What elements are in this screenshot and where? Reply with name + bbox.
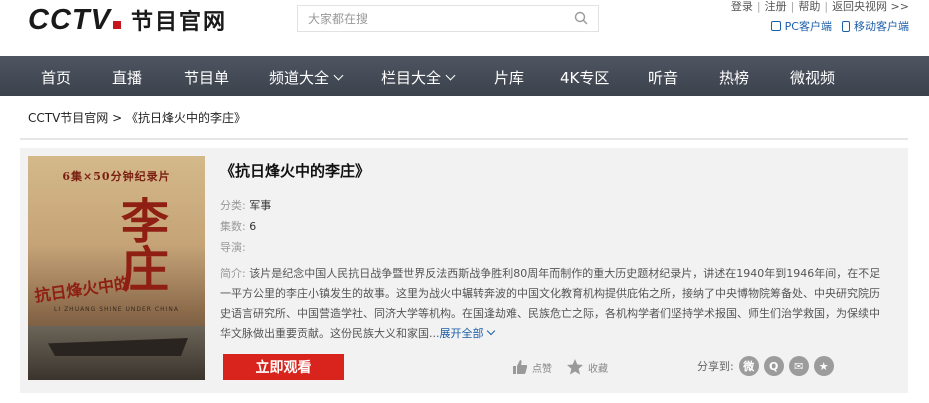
nav-item-microvideo[interactable]: 微视频 (790, 67, 835, 88)
monitor-icon (770, 21, 781, 31)
mobile-client-link[interactable]: 移动客户端 (842, 18, 909, 34)
phone-icon (842, 20, 850, 32)
nav-item-hot[interactable]: 热榜 (719, 67, 749, 88)
wechat-icon[interactable]: ✉ (788, 356, 809, 376)
meta-episodes: 集数: 6 (220, 216, 900, 237)
like-label: 点赞 (532, 363, 552, 375)
star-icon (567, 359, 583, 375)
nav-item-live[interactable]: 直播 (112, 67, 142, 88)
top-links: 登录 | 注册 | 帮助 | 返回央视网 >> (730, 0, 909, 14)
like-button[interactable]: 点赞 (512, 359, 552, 375)
poster-top-text: 6集×50分钟纪录片 (62, 170, 171, 183)
nav-label: 微视频 (790, 69, 836, 87)
nav-label: 节目单 (184, 69, 230, 87)
nav-label: 栏目大全 (381, 69, 442, 87)
login-link[interactable]: 登录 (731, 0, 753, 14)
nav-item-columns[interactable]: 栏目大全 (381, 67, 456, 88)
pc-client-label: PC客户端 (784, 20, 832, 33)
search-icon[interactable] (574, 11, 588, 25)
director-label: 导演: (220, 241, 246, 254)
register-link[interactable]: 注册 (765, 0, 787, 14)
nav-item-4k[interactable]: 4K专区 (560, 67, 609, 88)
main-nav: 首页 直播 节目单 频道大全 栏目大全 片库 4K专区 听音 热榜 微视频 (0, 56, 929, 96)
divider (20, 138, 908, 140)
desc-label: 简介: (220, 267, 246, 280)
cctv-logo[interactable]: CCTV 节目官网 (28, 4, 227, 36)
nav-item-library[interactable]: 片库 (494, 67, 524, 88)
logo-subtitle: 节目官网 (130, 10, 227, 35)
meta-category: 分类: 军事 (220, 195, 900, 216)
nav-label: 首页 (41, 69, 72, 87)
breadcrumb[interactable]: CCTV节目官网 > 《抗日烽火中的李庄》 (28, 109, 246, 126)
nav-label: 直播 (112, 69, 143, 87)
search-box (297, 5, 599, 32)
nav-item-channels[interactable]: 频道大全 (269, 67, 344, 88)
program-poster[interactable]: 6集×50分钟纪录片 李庄 抗日烽火中的 LI ZHUANG SHINE UND… (28, 156, 205, 380)
share-label: 分享到: (697, 360, 734, 373)
category-label: 分类: (220, 199, 246, 212)
desc-text: 该片是纪念中国人民抗日战争暨世界反法西斯战争胜利80周年而制作的重大历史题材纪录… (220, 267, 881, 340)
qq-icon[interactable]: Q (763, 356, 784, 376)
share-bar: 分享到: 微 Q ✉ ★ (697, 356, 834, 376)
nav-label: 片库 (494, 69, 525, 87)
program-detail: 6集×50分钟纪录片 李庄 抗日烽火中的 LI ZHUANG SHINE UND… (20, 148, 908, 393)
watch-now-button[interactable]: 立即观看 (223, 354, 344, 380)
nav-item-schedule[interactable]: 节目单 (184, 67, 229, 88)
back-to-cctv-link[interactable]: 返回央视网 >> (832, 0, 909, 14)
episodes-value: 6 (249, 220, 257, 233)
engagement-actions: 点赞 收藏 (512, 358, 608, 376)
poster-en-text: LI ZHUANG SHINE UNDER CHINA (54, 306, 179, 313)
thumbs-up-icon (513, 360, 528, 374)
program-info: 《抗日烽火中的李庄》 分类: 军事 集数: 6 导演: 简介: 该片是纪念中国人… (220, 160, 900, 344)
help-link[interactable]: 帮助 (798, 0, 820, 14)
logo-text: CCTV (28, 4, 111, 36)
category-value: 军事 (249, 199, 272, 212)
meta-director: 导演: (220, 237, 900, 258)
expand-link[interactable]: 展开全部 (439, 326, 495, 340)
chevron-down-icon (333, 70, 344, 81)
nav-label: 热榜 (719, 69, 750, 87)
episodes-label: 集数: (220, 220, 246, 233)
program-description: 简介: 该片是纪念中国人民抗日战争暨世界反法西斯战争胜利80周年而制作的重大历史… (220, 264, 890, 344)
nav-label: 频道大全 (269, 69, 330, 87)
expand-label: 展开全部 (439, 327, 484, 340)
poster-subtitle: 抗日烽火中的 (33, 273, 132, 306)
site-header: CCTV 节目官网 登录|注册|帮助|返回央视网 >> PC客户端 移动客户端 (0, 0, 929, 56)
nav-item-home[interactable]: 首页 (41, 67, 71, 88)
chevron-down-icon (486, 326, 495, 336)
pc-client-link[interactable]: PC客户端 (770, 18, 832, 34)
nav-label: 听音 (648, 69, 679, 87)
search-input[interactable] (298, 6, 548, 31)
mobile-client-label: 移动客户端 (854, 20, 909, 33)
program-title: 《抗日烽火中的李庄》 (220, 162, 371, 180)
qzone-icon[interactable]: ★ (813, 356, 834, 376)
logo-dot (112, 21, 121, 29)
client-links: PC客户端 移动客户端 (770, 18, 909, 34)
nav-item-audio[interactable]: 听音 (648, 67, 678, 88)
nav-label: 4K专区 (560, 69, 610, 87)
weibo-icon[interactable]: 微 (738, 356, 759, 376)
favorite-label: 收藏 (588, 363, 608, 375)
chevron-down-icon (445, 70, 456, 81)
favorite-button[interactable]: 收藏 (566, 358, 608, 376)
